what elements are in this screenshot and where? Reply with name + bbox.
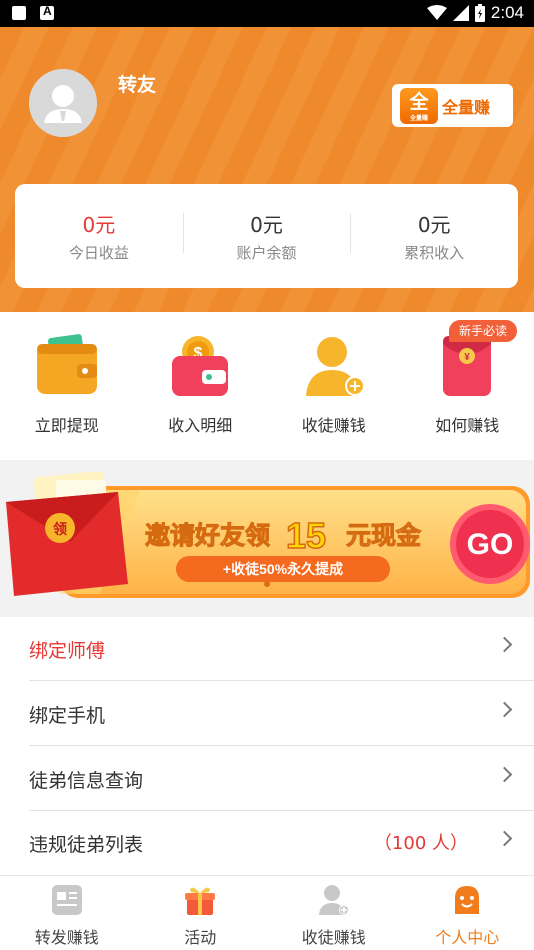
chevron-right-icon bbox=[496, 766, 513, 783]
recruit-earn-button[interactable]: 收徒赚钱 bbox=[267, 312, 401, 460]
quick-action-label: 立即提现 bbox=[34, 416, 99, 435]
svg-text:¥: ¥ bbox=[464, 352, 470, 363]
earning-balance[interactable]: 0元 账户余额 bbox=[182, 209, 351, 263]
quick-action-label: 收徒赚钱 bbox=[301, 416, 366, 435]
earning-label: 今日收益 bbox=[68, 244, 129, 262]
go-button[interactable]: GO bbox=[450, 504, 530, 584]
earning-value: 0元 bbox=[250, 213, 283, 237]
earning-label: 累积收入 bbox=[404, 244, 465, 262]
quanliangzhuan-label: 全量赚 bbox=[442, 97, 491, 117]
menu-label: 违规徒弟列表 bbox=[29, 834, 144, 856]
default-avatar-icon bbox=[29, 69, 97, 137]
withdraw-button[interactable]: 立即提现 bbox=[0, 312, 134, 460]
username: 转友 bbox=[118, 74, 157, 96]
earning-value: 0元 bbox=[82, 213, 116, 237]
violation-count: （100 人） bbox=[373, 833, 468, 854]
signal-icon bbox=[452, 5, 469, 21]
tab-activity[interactable]: 活动 bbox=[134, 876, 268, 950]
menu-bind-phone[interactable]: 绑定手机 bbox=[29, 682, 534, 746]
earning-today[interactable]: 0元 今日收益 bbox=[15, 209, 183, 263]
battery-icon bbox=[474, 4, 485, 22]
quanliangzhuan-button[interactable]: 全 全量赚 全量赚 bbox=[392, 84, 513, 127]
earning-total[interactable]: 0元 累积收入 bbox=[350, 209, 518, 263]
quanliangzhuan-logo-icon: 全 全量赚 bbox=[400, 87, 438, 124]
wallet-icon bbox=[36, 334, 97, 394]
gift-icon bbox=[185, 887, 216, 915]
invite-banner-graphic: 领 邀请好友领 15 元现金 +收徒50%永久提成 GO bbox=[6, 470, 530, 598]
tab-recruit-earn[interactable]: 收徒赚钱 bbox=[267, 876, 401, 950]
earning-value: 0元 bbox=[417, 213, 451, 237]
menu-violation-list[interactable]: 违规徒弟列表 （100 人） bbox=[29, 811, 534, 875]
svg-text:GO: GO bbox=[467, 528, 514, 561]
tab-label: 活动 bbox=[184, 928, 217, 947]
banner-indicator-dot bbox=[264, 581, 270, 587]
status-time: 2:04 bbox=[490, 3, 524, 22]
svg-text:元现金: 元现金 bbox=[346, 521, 422, 550]
earnings-card: 0元 今日收益 0元 账户余额 0元 累积收入 bbox=[15, 184, 518, 288]
smiley-icon bbox=[455, 886, 480, 914]
tab-personal-center[interactable]: 个人中心 bbox=[401, 876, 534, 950]
income-detail-button[interactable]: $ 收入明细 bbox=[134, 312, 268, 460]
status-bar: 2:04 bbox=[0, 0, 534, 27]
tab-label: 个人中心 bbox=[435, 928, 500, 947]
avatar[interactable] bbox=[29, 69, 97, 137]
bottom-tab-bar: 转发赚钱 活动 收徒赚钱 个人中心 bbox=[0, 875, 534, 950]
chevron-right-icon bbox=[496, 636, 513, 653]
banner-subtitle: +收徒50%永久提成 bbox=[223, 561, 343, 577]
chevron-right-icon bbox=[496, 701, 513, 718]
invite-banner[interactable]: 领 邀请好友领 15 元现金 +收徒50%永久提成 GO bbox=[0, 470, 534, 606]
quick-action-label: 如何赚钱 bbox=[435, 416, 500, 435]
svg-text:15: 15 bbox=[286, 515, 326, 556]
new-user-badge: 新手必读 bbox=[449, 320, 517, 342]
menu-apprentice-query[interactable]: 徒弟信息查询 bbox=[29, 747, 534, 811]
add-user-icon bbox=[305, 337, 365, 396]
tab-label: 收徒赚钱 bbox=[301, 928, 366, 947]
news-icon bbox=[51, 885, 82, 915]
menu-label: 绑定师傅 bbox=[29, 640, 106, 662]
red-envelope-icon: ¥ bbox=[443, 336, 492, 396]
coin-purse-icon: $ bbox=[172, 336, 229, 396]
quick-action-label: 收入明细 bbox=[168, 416, 233, 435]
menu-label: 绑定手机 bbox=[29, 705, 106, 727]
chevron-right-icon bbox=[496, 830, 513, 847]
wifi-icon bbox=[426, 5, 447, 20]
tab-share-earn[interactable]: 转发赚钱 bbox=[0, 876, 134, 950]
svg-text:领: 领 bbox=[53, 521, 67, 537]
settings-menu: 绑定师傅 绑定手机 徒弟信息查询 违规徒弟列表 （100 人） bbox=[0, 617, 534, 875]
mail-notification-icon bbox=[12, 6, 26, 20]
menu-label: 徒弟信息查询 bbox=[29, 770, 144, 792]
svg-text:邀请好友领: 邀请好友领 bbox=[145, 521, 270, 550]
earning-label: 账户余额 bbox=[236, 244, 297, 262]
menu-bind-master[interactable]: 绑定师傅 bbox=[29, 617, 534, 681]
user-add-icon bbox=[318, 885, 349, 915]
app-notification-icon bbox=[40, 4, 54, 20]
tab-label: 转发赚钱 bbox=[34, 928, 99, 947]
